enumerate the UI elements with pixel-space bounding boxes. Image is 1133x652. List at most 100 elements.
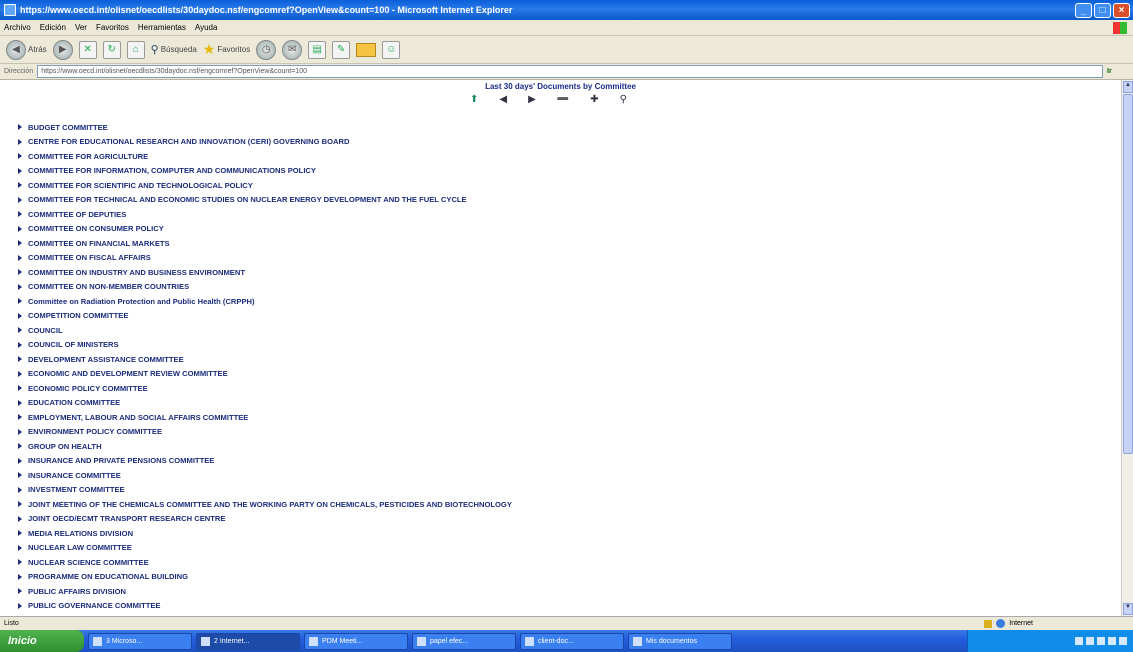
back-button[interactable]: ◀ Atrás [6, 39, 47, 60]
forward-button[interactable]: ▶ [52, 39, 73, 60]
history-icon[interactable]: ◷ [256, 39, 277, 60]
expand-triangle-icon[interactable] [18, 501, 22, 508]
committee-link[interactable]: JOINT MEETING OF THE CHEMICALS COMMITTEE… [18, 497, 512, 512]
edit-icon[interactable]: ✎ [332, 40, 351, 59]
tray-icon[interactable] [1086, 637, 1094, 645]
expand-triangle-icon[interactable] [18, 370, 22, 377]
expand-triangle-icon[interactable] [18, 341, 22, 348]
committee-link[interactable]: Committee on Radiation Protection and Pu… [18, 294, 512, 309]
folder-icon[interactable] [356, 42, 377, 57]
expand-triangle-icon[interactable] [18, 240, 22, 247]
committee-link[interactable]: COMMITTEE ON FISCAL AFFAIRS [18, 251, 512, 266]
committee-link[interactable]: EMPLOYMENT, LABOUR AND SOCIAL AFFAIRS CO… [18, 410, 512, 425]
expand-triangle-icon[interactable] [18, 196, 22, 203]
committee-link[interactable]: COMMITTEE FOR AGRICULTURE [18, 149, 512, 164]
committee-link[interactable]: COMMITTEE ON NON-MEMBER COUNTRIES [18, 280, 512, 295]
expand-triangle-icon[interactable] [18, 486, 22, 493]
maximize-button[interactable]: □ [1094, 2, 1111, 18]
close-button[interactable]: × [1113, 2, 1130, 18]
committee-link[interactable]: COMPETITION COMMITTEE [18, 309, 512, 324]
expand-triangle-icon[interactable] [18, 327, 22, 334]
expand-icon[interactable]: ✚ [590, 94, 598, 105]
tray-icon[interactable] [1097, 637, 1105, 645]
menu-help[interactable]: Ayuda [195, 23, 218, 32]
go-button[interactable]: Ir [1107, 68, 1133, 75]
committee-link[interactable]: COMMITTEE FOR TECHNICAL AND ECONOMIC STU… [18, 193, 512, 208]
print-icon[interactable]: ▤ [308, 40, 327, 59]
committee-link[interactable]: INVESTMENT COMMITTEE [18, 483, 512, 498]
committee-link[interactable]: NUCLEAR SCIENCE COMMITTEE [18, 555, 512, 570]
vertical-scrollbar[interactable]: ▲ ▼ [1121, 80, 1133, 616]
expand-triangle-icon[interactable] [18, 182, 22, 189]
taskbar-button[interactable]: client-doc... [520, 632, 624, 650]
committee-link[interactable]: COMMITTEE FOR SCIENTIFIC AND TECHNOLOGIC… [18, 178, 512, 193]
committee-link[interactable]: COMMITTEE FOR INFORMATION, COMPUTER AND … [18, 164, 512, 179]
committee-link[interactable]: PUBLIC GOVERNANCE COMMITTEE [18, 599, 512, 614]
expand-triangle-icon[interactable] [18, 298, 22, 305]
messenger-icon[interactable]: ☺ [382, 40, 401, 59]
expand-triangle-icon[interactable] [18, 602, 22, 609]
expand-triangle-icon[interactable] [18, 225, 22, 232]
committee-link[interactable]: JOINT OECD/ECMT TRANSPORT RESEARCH CENTR… [18, 512, 512, 527]
committee-link[interactable]: COUNCIL OF MINISTERS [18, 338, 512, 353]
committee-link[interactable]: CENTRE FOR EDUCATIONAL RESEARCH AND INNO… [18, 135, 512, 150]
expand-triangle-icon[interactable] [18, 544, 22, 551]
taskbar-button[interactable]: 3 Microso... [88, 632, 192, 650]
taskbar-button[interactable]: papel efec... [412, 632, 516, 650]
collapse-icon[interactable]: ➖ [557, 94, 569, 105]
taskbar-button[interactable]: PDM Meeti... [304, 632, 408, 650]
committee-link[interactable]: COMMITTEE ON FINANCIAL MARKETS [18, 236, 512, 251]
mail-icon[interactable]: ✉ [282, 39, 303, 60]
committee-link[interactable]: ENVIRONMENT POLICY COMMITTEE [18, 425, 512, 440]
search-button[interactable]: ⚲ Búsqueda [151, 43, 197, 56]
menu-edit[interactable]: Edición [40, 23, 66, 32]
address-input[interactable]: https://www.oecd.int/olisnet/oecdlists/3… [37, 65, 1103, 78]
expand-triangle-icon[interactable] [18, 559, 22, 566]
minimize-button[interactable]: _ [1075, 2, 1092, 18]
expand-triangle-icon[interactable] [18, 443, 22, 450]
refresh-icon[interactable]: ↻ [102, 40, 121, 59]
committee-link[interactable]: NUCLEAR LAW COMMITTEE [18, 541, 512, 556]
tray-icon[interactable] [1075, 637, 1083, 645]
expand-triangle-icon[interactable] [18, 124, 22, 131]
start-button[interactable]: Inicio [0, 630, 84, 652]
expand-triangle-icon[interactable] [18, 356, 22, 363]
next-icon[interactable]: ▶ [528, 94, 536, 105]
committee-link[interactable]: INSURANCE COMMITTEE [18, 468, 512, 483]
menu-view[interactable]: Ver [75, 23, 87, 32]
favorites-button[interactable]: ★ Favoritos [203, 41, 250, 58]
expand-triangle-icon[interactable] [18, 138, 22, 145]
committee-link[interactable]: MEDIA RELATIONS DIVISION [18, 526, 512, 541]
committee-link[interactable]: COMMITTEE OF DEPUTIES [18, 207, 512, 222]
expand-triangle-icon[interactable] [18, 269, 22, 276]
expand-triangle-icon[interactable] [18, 399, 22, 406]
committee-link[interactable]: GROUP ON HEALTH [18, 439, 512, 454]
expand-triangle-icon[interactable] [18, 472, 22, 479]
expand-triangle-icon[interactable] [18, 153, 22, 160]
expand-triangle-icon[interactable] [18, 211, 22, 218]
committee-link[interactable]: INSURANCE AND PRIVATE PENSIONS COMMITTEE [18, 454, 512, 469]
expand-triangle-icon[interactable] [18, 588, 22, 595]
committee-link[interactable]: PROGRAMME ON EDUCATIONAL BUILDING [18, 570, 512, 585]
committee-link[interactable]: ECONOMIC POLICY COMMITTEE [18, 381, 512, 396]
committee-link[interactable]: PUBLIC AFFAIRS DIVISION [18, 584, 512, 599]
tray-icon[interactable] [1119, 637, 1127, 645]
up-arrow-icon[interactable]: ⬆ [470, 94, 478, 105]
expand-triangle-icon[interactable] [18, 254, 22, 261]
tray-icon[interactable] [1108, 637, 1116, 645]
scroll-up-arrow-icon[interactable]: ▲ [1123, 81, 1133, 93]
expand-triangle-icon[interactable] [18, 312, 22, 319]
expand-triangle-icon[interactable] [18, 167, 22, 174]
expand-triangle-icon[interactable] [18, 414, 22, 421]
expand-triangle-icon[interactable] [18, 457, 22, 464]
expand-triangle-icon[interactable] [18, 283, 22, 290]
menu-tools[interactable]: Herramientas [138, 23, 186, 32]
committee-link[interactable]: EDUCATION COMMITTEE [18, 396, 512, 411]
committee-link[interactable]: COMMITTEE ON CONSUMER POLICY [18, 222, 512, 237]
expand-triangle-icon[interactable] [18, 530, 22, 537]
taskbar-button[interactable]: 2 Internet... [196, 632, 300, 650]
expand-triangle-icon[interactable] [18, 385, 22, 392]
committee-link[interactable]: DEVELOPMENT ASSISTANCE COMMITTEE [18, 352, 512, 367]
expand-triangle-icon[interactable] [18, 428, 22, 435]
search-view-icon[interactable]: ⚲ [620, 94, 627, 105]
